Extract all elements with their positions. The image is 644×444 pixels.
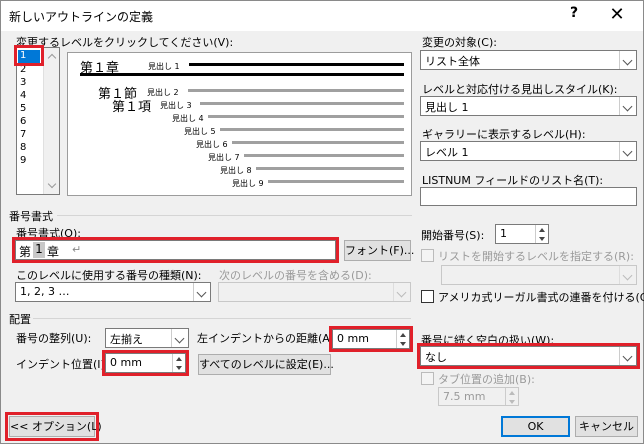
highlight-level-selected: [14, 45, 44, 66]
chevron-down-icon[interactable]: [193, 283, 210, 301]
chevron-down-icon[interactable]: [171, 329, 188, 347]
chevron-down-icon[interactable]: [619, 142, 636, 160]
start-at-spinner[interactable]: 1: [495, 224, 549, 244]
level-list-scrollbar[interactable]: [43, 48, 59, 194]
preview-heading-8: 見出し 8: [220, 166, 252, 175]
chevron-down-icon[interactable]: [619, 266, 636, 284]
spin-down-icon[interactable]: [505, 396, 518, 405]
legal-checkbox[interactable]: [421, 290, 434, 303]
level-item-8[interactable]: 8: [20, 142, 26, 153]
listnum-label: LISTNUM フィールドのリスト名(T):: [422, 174, 604, 187]
spin-up-icon[interactable]: [505, 388, 518, 397]
group-divider: [33, 318, 411, 319]
scroll-down-icon[interactable]: [44, 178, 60, 194]
level-item-9[interactable]: 9: [20, 155, 26, 166]
preview-heading-5: 見出し 5: [184, 127, 216, 136]
close-button[interactable]: ✕: [603, 3, 631, 27]
highlight-indent-position: [102, 350, 189, 376]
preview-line-1: [189, 63, 404, 66]
highlight-options: [5, 412, 99, 441]
ok-button[interactable]: OK: [501, 416, 570, 437]
layout-group: 配置: [9, 313, 31, 326]
level-item-4[interactable]: 4: [20, 90, 26, 101]
highlight-number-format: [12, 237, 339, 263]
highlight-indent-from: [329, 326, 413, 352]
preview-heading-6: 見出し 6: [196, 140, 228, 149]
preview-line-4: [208, 115, 404, 118]
tab-stop-spinner[interactable]: 7.5 mm: [438, 387, 519, 406]
chevron-down-icon[interactable]: [619, 51, 636, 69]
preview-heading-7: 見出し 7: [208, 153, 240, 162]
indent-position-label: インデント位置(I):: [16, 358, 109, 371]
tab-stop-checkbox[interactable]: [421, 372, 434, 385]
target-label: 変更の対象(C):: [422, 36, 497, 49]
level-item-5[interactable]: 5: [20, 103, 26, 114]
alignment-value: 左揃え: [110, 333, 143, 346]
preview-item: 第１項: [112, 100, 152, 115]
number-kind-value: 1, 2, 3 …: [20, 285, 70, 298]
apply-all-levels-button[interactable]: すべてのレベルに設定(E)...: [198, 354, 334, 375]
alignment-select[interactable]: 左揃え: [105, 328, 189, 348]
include-level-select[interactable]: [218, 282, 411, 302]
style-label: レベルと対応付ける見出しスタイル(K):: [422, 83, 618, 96]
start-at-label: 開始番号(S):: [421, 229, 485, 242]
preview-rule: [80, 73, 404, 76]
preview-line-9: [268, 180, 404, 183]
preview-line-7: [244, 154, 404, 157]
gallery-select[interactable]: レベル 1: [420, 141, 637, 161]
level-item-3[interactable]: 3: [20, 77, 26, 88]
level-item-6[interactable]: 6: [20, 116, 26, 127]
preview-heading-1: 見出し 1: [148, 62, 180, 71]
preview-line-3: [200, 102, 404, 105]
indent-from-label: 左インデントからの距離(A):: [197, 332, 338, 345]
tab-stop-value: 7.5 mm: [443, 390, 486, 403]
preview-heading-4: 見出し 4: [172, 114, 204, 123]
number-format-group: 番号書式: [9, 210, 53, 223]
restart-checkbox[interactable]: [421, 249, 434, 262]
include-level-label: 次のレベルの番号を含める(D):: [219, 269, 372, 282]
preview-heading-3: 見出し 3: [160, 101, 192, 110]
gallery-label: ギャラリーに表示するレベル(H):: [422, 128, 586, 141]
highlight-follow-number: [417, 343, 640, 369]
chevron-down-icon[interactable]: [393, 283, 410, 301]
preview-line-6: [232, 141, 404, 144]
outline-preview: 第１章 見出し 1 第１節 見出し 2 第１項 見出し 3 見出し 4 見出し …: [67, 52, 412, 196]
chevron-down-icon[interactable]: [619, 97, 636, 115]
gallery-value: レベル 1: [425, 146, 469, 159]
cancel-button[interactable]: キャンセル: [575, 416, 638, 437]
preview-line-2: [188, 89, 404, 92]
preview-line-8: [256, 167, 404, 170]
legal-label: アメリカ式リーガル書式の連番を付ける(G): [438, 291, 644, 304]
help-button[interactable]: ?: [564, 5, 584, 25]
dialog-title: 新しいアウトラインの定義: [9, 10, 154, 24]
level-list[interactable]: 1 2 3 4 5 6 7 8 9: [16, 47, 60, 195]
restart-label: リストを開始するレベルを指定する(R):: [438, 250, 634, 263]
group-divider: [57, 215, 412, 216]
style-value: 見出し 1: [425, 101, 469, 114]
preview-heading-9: 見出し 9: [232, 179, 264, 188]
scroll-up-icon[interactable]: [44, 48, 60, 64]
target-value: リスト全体: [425, 55, 480, 68]
title-bar: 新しいアウトラインの定義 ? ✕: [1, 1, 643, 31]
preview-heading-2: 見出し 2: [147, 88, 179, 97]
tab-stop-label: タブ位置の追加(B):: [438, 373, 535, 386]
target-select[interactable]: リスト全体: [420, 50, 637, 70]
start-at-value: 1: [500, 227, 507, 240]
font-button[interactable]: フォント(F)...: [344, 240, 414, 261]
number-kind-label: このレベルに使用する番号の種類(N):: [16, 269, 202, 282]
alignment-label: 番号の整列(U):: [16, 332, 92, 345]
restart-level-select[interactable]: [441, 265, 637, 285]
listnum-input[interactable]: [420, 187, 637, 206]
define-outline-dialog: 新しいアウトラインの定義 ? ✕ 変更するレベルをクリックしてください(V): …: [0, 0, 644, 444]
level-item-7[interactable]: 7: [20, 129, 26, 140]
number-kind-select[interactable]: 1, 2, 3 …: [15, 282, 211, 302]
spin-up-icon[interactable]: [535, 225, 548, 234]
preview-line-5: [220, 128, 404, 131]
style-select[interactable]: 見出し 1: [420, 96, 637, 116]
spin-down-icon[interactable]: [535, 234, 548, 243]
